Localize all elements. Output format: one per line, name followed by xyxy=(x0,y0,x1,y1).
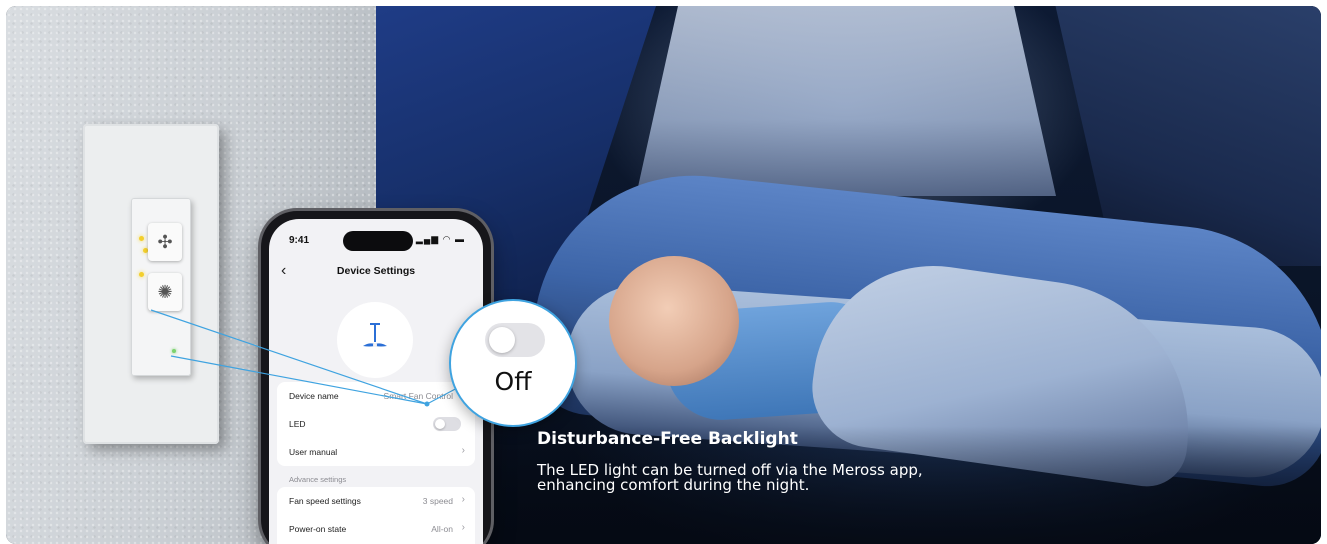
headline: Disturbance-Free Backlight xyxy=(537,429,798,449)
callout-label: Off xyxy=(494,367,532,396)
led-off-callout: Off xyxy=(449,299,577,427)
hero-banner: ✣ ✺ 9:41 ▂▄▆ ◠ ▬ ‹ Device Settings Devic… xyxy=(6,6,1321,544)
subcopy-line-2: enhancing comfort during the night. xyxy=(537,476,810,494)
subcopy: The LED light can be turned off via the … xyxy=(537,463,1097,493)
callout-toggle-icon xyxy=(485,323,545,357)
